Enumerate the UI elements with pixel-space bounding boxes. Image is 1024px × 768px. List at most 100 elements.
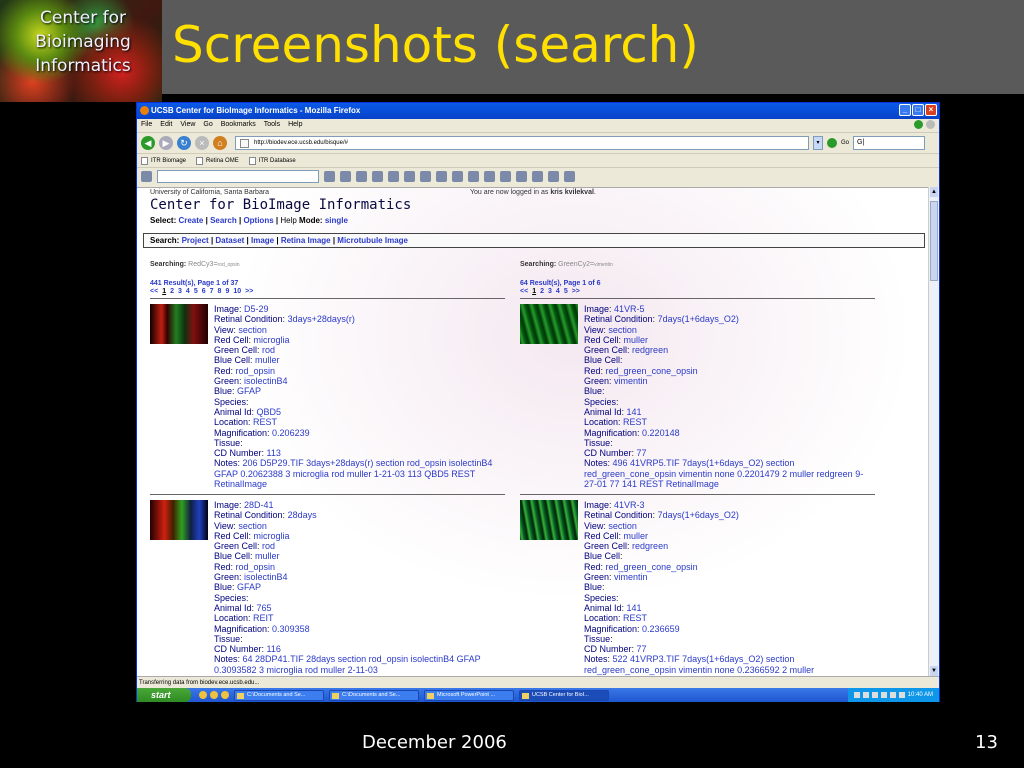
page-link[interactable]: 3 (178, 288, 182, 295)
field-value: 113 (266, 448, 281, 459)
quicklaunch-icon[interactable] (210, 691, 218, 699)
tray-icon[interactable] (862, 692, 869, 698)
tool-icon[interactable] (404, 171, 415, 182)
go-icon[interactable] (827, 138, 837, 148)
page-link[interactable]: 9 (225, 288, 229, 295)
toolbar-select[interactable] (157, 170, 319, 183)
page-link[interactable]: 8 (218, 288, 222, 295)
go-button[interactable]: Go (841, 140, 849, 146)
maximize-button[interactable]: □ (912, 104, 924, 116)
page-scrollbar[interactable]: ▲ ▼ (928, 187, 939, 676)
create-link[interactable]: Create (178, 216, 203, 225)
start-button[interactable]: start (137, 688, 191, 702)
menu-tools[interactable]: Tools (264, 121, 280, 130)
page-link[interactable]: 2 (540, 288, 544, 295)
page-link[interactable]: 10 (233, 288, 241, 295)
field-row: Blue: (584, 386, 605, 397)
search-dataset-link[interactable]: Dataset (215, 236, 244, 245)
task-button[interactable]: Microsoft PowerPoint ... (424, 689, 514, 701)
page-link[interactable]: 1 (162, 288, 166, 295)
home-icon[interactable]: ⌂ (213, 136, 227, 150)
page-link[interactable]: 5 (194, 288, 198, 295)
quicklaunch-icon[interactable] (221, 691, 229, 699)
search-image-link[interactable]: Image (251, 236, 274, 245)
result-thumbnail[interactable] (150, 304, 208, 344)
field-value: 116 (266, 644, 281, 655)
bookmark-icon (141, 156, 148, 165)
page-link[interactable]: 4 (556, 288, 560, 295)
page-link[interactable]: 7 (210, 288, 214, 295)
tray-icon[interactable] (871, 692, 878, 698)
help-link[interactable]: Help (280, 216, 296, 225)
page-link[interactable]: >> (572, 288, 580, 295)
page-link[interactable]: 4 (186, 288, 190, 295)
scroll-down-icon[interactable]: ▼ (930, 666, 938, 676)
bookmark-itr-database[interactable]: ITR Database (248, 156, 296, 165)
menu-view[interactable]: View (180, 121, 195, 130)
page-link[interactable]: 3 (548, 288, 552, 295)
taskbar: start C:\Documents and Se... C:\Document… (137, 688, 939, 702)
result-thumbnail[interactable] (150, 500, 208, 540)
search-link[interactable]: Search (210, 216, 237, 225)
tray-icon[interactable] (853, 692, 860, 698)
task-button[interactable]: C:\Documents and Se... (234, 689, 324, 701)
menu-go[interactable]: Go (203, 121, 212, 130)
page-link[interactable]: 1 (532, 288, 536, 295)
menu-help[interactable]: Help (288, 121, 302, 130)
page-link[interactable]: << (150, 288, 158, 295)
stop-icon[interactable]: × (195, 136, 209, 150)
tool-icon[interactable] (548, 171, 559, 182)
tool-icon[interactable] (372, 171, 383, 182)
result-thumbnail[interactable] (520, 304, 578, 344)
tray-icon[interactable] (889, 692, 896, 698)
menu-file[interactable]: File (141, 121, 152, 130)
tool-icon[interactable] (564, 171, 575, 182)
tool-icon[interactable] (532, 171, 543, 182)
tool-icon[interactable] (468, 171, 479, 182)
tool-icon[interactable] (516, 171, 527, 182)
page-link[interactable]: >> (245, 288, 253, 295)
minimize-button[interactable]: _ (899, 104, 911, 116)
url-dropdown[interactable]: ▾ (813, 136, 823, 150)
page-link[interactable]: 5 (564, 288, 568, 295)
update-icon[interactable] (914, 120, 923, 129)
menu-bookmarks[interactable]: Bookmarks (221, 121, 256, 130)
tool-icon[interactable] (500, 171, 511, 182)
forward-icon[interactable]: ▶ (159, 136, 173, 150)
tool-icon[interactable] (484, 171, 495, 182)
page-link[interactable]: 2 (170, 288, 174, 295)
search-retina-image-link[interactable]: Retina Image (281, 236, 331, 245)
scroll-up-icon[interactable]: ▲ (930, 187, 938, 197)
quicklaunch-icon[interactable] (199, 691, 207, 699)
tool-icon[interactable] (324, 171, 335, 182)
page-link[interactable]: << (520, 288, 528, 295)
options-link[interactable]: Options (243, 216, 273, 225)
mode-value[interactable]: single (325, 216, 348, 225)
tray-icon[interactable] (880, 692, 887, 698)
task-button-active[interactable]: UCSB Center for BioI... (519, 689, 609, 701)
bookmark-retina-ome[interactable]: Retina OME (196, 156, 239, 165)
back-icon[interactable]: ◀ (141, 136, 155, 150)
url-bar[interactable]: http://biodev.ece.ucsb.edu/bisque/# (235, 136, 809, 150)
search-input[interactable]: G| (853, 136, 926, 150)
tool-icon[interactable] (452, 171, 463, 182)
tool-icon[interactable] (388, 171, 399, 182)
field-key: View (584, 520, 604, 531)
toolbar-menu-icon[interactable] (141, 171, 152, 182)
bookmark-itr-biomage[interactable]: ITR Biomage (141, 156, 186, 165)
tool-icon[interactable] (436, 171, 447, 182)
result-thumbnail[interactable] (520, 500, 578, 540)
tool-icon[interactable] (420, 171, 431, 182)
close-button[interactable]: × (925, 104, 937, 116)
search-project-link[interactable]: Project (182, 236, 209, 245)
tool-icon[interactable] (356, 171, 367, 182)
page-link[interactable]: 6 (202, 288, 206, 295)
menu-edit[interactable]: Edit (160, 121, 172, 130)
reload-icon[interactable]: ↻ (177, 136, 191, 150)
search-microtubule-image-link[interactable]: Microtubule Image (337, 236, 408, 245)
record-fields: Image: 28D-41 Retinal Condition: 28days Vi… (214, 500, 505, 676)
task-button[interactable]: C:\Documents and Se... (329, 689, 419, 701)
tray-icon[interactable] (898, 692, 905, 698)
scroll-thumb[interactable] (930, 201, 938, 281)
tool-icon[interactable] (340, 171, 351, 182)
